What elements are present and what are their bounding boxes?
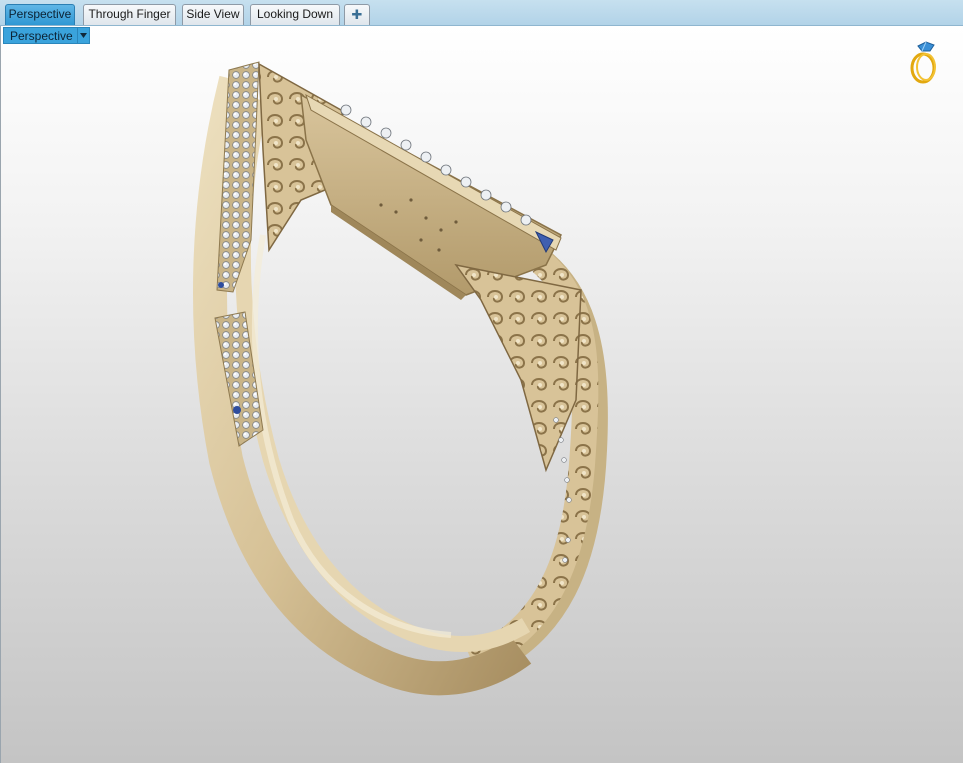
3d-viewport[interactable]: Perspective	[0, 26, 963, 763]
add-tab-button[interactable]: ✚	[344, 4, 370, 25]
ring-model[interactable]	[1, 26, 963, 763]
plus-icon: ✚	[351, 7, 363, 22]
tab-through-finger[interactable]: Through Finger	[83, 4, 176, 25]
tab-looking-down[interactable]: Looking Down	[250, 4, 340, 25]
app-window: Perspective Through Finger Side View Loo…	[0, 0, 963, 763]
tab-perspective[interactable]: Perspective	[5, 4, 75, 25]
tab-side-view[interactable]: Side View	[182, 4, 244, 25]
viewport-tab-bar: Perspective Through Finger Side View Loo…	[0, 0, 963, 26]
